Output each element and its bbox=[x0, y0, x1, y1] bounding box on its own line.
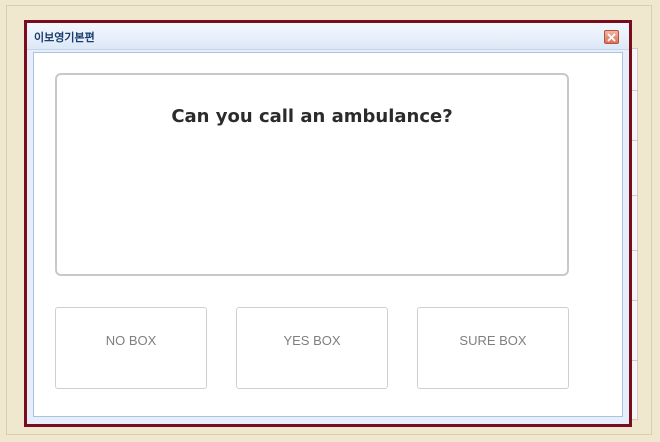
yes-box-button[interactable]: YES BOX bbox=[236, 307, 388, 389]
question-text: Can you call an ambulance? bbox=[171, 106, 453, 127]
no-box-button[interactable]: NO BOX bbox=[55, 307, 207, 389]
dialog-titlebar[interactable]: 이보영기본편 bbox=[27, 23, 629, 50]
dialog-content: Can you call an ambulance? NO BOX YES BO… bbox=[33, 52, 623, 417]
sure-box-button[interactable]: SURE BOX bbox=[417, 307, 569, 389]
close-icon bbox=[607, 33, 616, 42]
question-box: Can you call an ambulance? bbox=[55, 73, 569, 276]
close-button[interactable] bbox=[604, 30, 619, 44]
dialog-title: 이보영기본편 bbox=[34, 31, 95, 44]
dialog-window: 이보영기본편 Can you call an ambulance? NO BOX… bbox=[24, 20, 632, 427]
